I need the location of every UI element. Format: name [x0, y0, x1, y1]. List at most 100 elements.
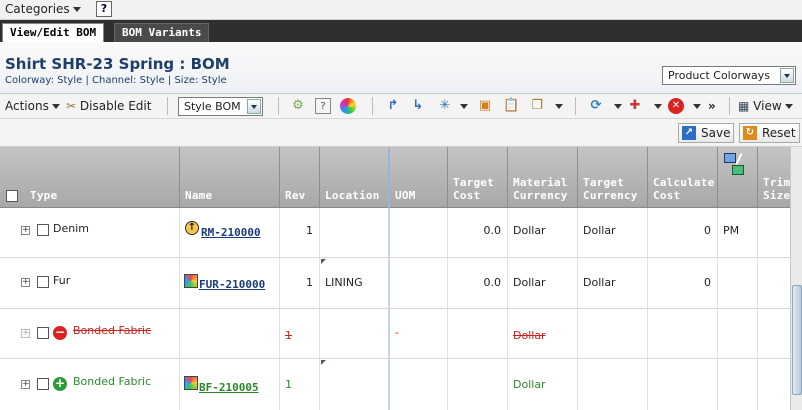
style-bom-select[interactable]: Style BOM: [178, 97, 263, 116]
column-header-type[interactable]: Type: [0, 147, 180, 208]
title-bar: Shirt SHR-23 Spring : BOM Colorway: Styl…: [0, 42, 802, 94]
view-label: View: [753, 99, 782, 113]
row-checkbox[interactable]: [37, 224, 49, 236]
trim-size-cell[interactable]: [758, 208, 790, 257]
disable-edit-button[interactable]: ✂ Disable Edit: [66, 99, 151, 113]
actions-menu[interactable]: Actions: [5, 99, 60, 113]
reset-button[interactable]: ↻ Reset: [739, 123, 800, 143]
column-label-material-currency: Material Currency: [513, 176, 568, 202]
uom-value: -: [395, 326, 399, 339]
type-cell: + Denim: [0, 208, 180, 257]
tab-bom-variants[interactable]: BOM Variants: [114, 23, 210, 42]
uom-cell[interactable]: [390, 258, 448, 308]
expand-icon[interactable]: +: [21, 329, 30, 338]
help-button[interactable]: ?: [96, 1, 112, 17]
colorway-select[interactable]: Product Colorways: [662, 66, 796, 85]
column-header-calculate-cost[interactable]: Calculate Cost: [648, 147, 718, 208]
column-header-material-currency[interactable]: Material Currency: [508, 147, 578, 208]
column-label-calculate-cost: Calculate Cost: [653, 176, 715, 202]
view-menu[interactable]: ▦ View: [738, 99, 793, 113]
chevron-down-icon[interactable]: [614, 104, 622, 109]
column-header-rev[interactable]: Rev: [280, 147, 320, 208]
target-currency-cell[interactable]: Dollar: [578, 258, 648, 308]
edited-flag-icon: [321, 360, 326, 365]
type-cell: + − Bonded Fabric: [0, 309, 180, 358]
where-used-icon[interactable]: ?: [315, 98, 331, 114]
table-row[interactable]: + Fur FUR-210000 1 LINING 0.0 Dollar Dol…: [0, 258, 790, 309]
refresh-icon[interactable]: ⟳: [588, 98, 604, 114]
uom-cell[interactable]: -: [390, 309, 448, 358]
outdent-icon[interactable]: ↳: [410, 98, 426, 114]
target-cost-cell[interactable]: 0.0: [448, 258, 508, 308]
save-button[interactable]: ↗ Save: [678, 123, 734, 143]
categories-label: Categories: [5, 2, 70, 16]
trim-size-cell[interactable]: [758, 309, 790, 358]
target-cost-cell[interactable]: [448, 309, 508, 358]
toolbar-divider: [575, 97, 576, 115]
calculate-cost-value: 0: [704, 224, 711, 237]
expand-icon[interactable]: +: [21, 226, 30, 235]
insert-row-icon[interactable]: ✚: [627, 98, 643, 114]
location-cell[interactable]: [320, 208, 390, 257]
target-cost-cell[interactable]: 0.0: [448, 208, 508, 257]
copy-icon[interactable]: ▣: [477, 98, 493, 114]
name-link[interactable]: FUR-210000: [199, 278, 265, 291]
name-cell: ↑ RM-210000: [180, 208, 280, 257]
target-currency-cell[interactable]: [578, 309, 648, 358]
paste-icon[interactable]: 📋: [503, 98, 519, 114]
vertical-scrollbar[interactable]: [790, 147, 802, 410]
chevron-down-icon[interactable]: [654, 104, 662, 109]
material-currency-value: Dollar: [513, 329, 546, 342]
paste-special-icon[interactable]: ❐: [529, 98, 545, 114]
row-checkbox[interactable]: [37, 276, 49, 288]
tab-view-edit-bom[interactable]: View/Edit BOM: [2, 23, 105, 42]
chevron-down-icon[interactable]: [247, 99, 261, 114]
table-row[interactable]: + Denim ↑ RM-210000 1 0.0 Dollar Dollar …: [0, 208, 790, 258]
indent-icon[interactable]: ↱: [385, 98, 401, 114]
table-row-removed[interactable]: + − Bonded Fabric 1 - Dollar: [0, 309, 790, 359]
column-header-name[interactable]: Name: [180, 147, 280, 208]
chevron-down-icon[interactable]: [460, 104, 468, 109]
more-tools-button[interactable]: »: [708, 99, 716, 113]
row-checkbox[interactable]: [37, 327, 49, 339]
search-material-icon[interactable]: ⚙: [290, 98, 306, 114]
color-wheel-icon[interactable]: [340, 98, 356, 114]
save-icon: ↗: [682, 126, 696, 140]
asterisk-icon[interactable]: ✳: [437, 98, 453, 114]
rev-value: 1: [306, 224, 313, 237]
column-header-trim-size[interactable]: Trim Size: [758, 147, 790, 208]
save-label: Save: [701, 126, 731, 140]
trim-size-cell[interactable]: [758, 258, 790, 308]
chevron-down-icon[interactable]: [693, 104, 701, 109]
trim-size-cell[interactable]: [758, 359, 790, 410]
tab-bar: View/Edit BOM BOM Variants: [0, 20, 802, 42]
column-header-target-currency[interactable]: Target Currency: [578, 147, 648, 208]
target-currency-cell[interactable]: [578, 359, 648, 410]
name-link[interactable]: RM-210000: [201, 226, 261, 239]
chevron-down-icon[interactable]: [780, 68, 794, 83]
name-link[interactable]: BF-210005: [199, 381, 259, 394]
location-cell[interactable]: LINING: [320, 258, 390, 308]
uom-cell[interactable]: [390, 208, 448, 257]
column-header-uom[interactable]: UOM: [390, 147, 448, 208]
column-header-target-cost[interactable]: Target Cost: [448, 147, 508, 208]
select-all-checkbox[interactable]: [6, 190, 18, 202]
expand-icon[interactable]: +: [21, 278, 30, 287]
scrollbar-thumb[interactable]: [792, 285, 802, 395]
column-header-location[interactable]: Location: [320, 147, 390, 208]
uom-cell[interactable]: [390, 359, 448, 410]
expand-icon[interactable]: +: [21, 380, 30, 389]
row-checkbox[interactable]: [37, 378, 49, 390]
location-cell[interactable]: [320, 359, 390, 410]
column-header-pm[interactable]: [718, 147, 758, 208]
chevron-down-icon[interactable]: [555, 104, 563, 109]
delete-icon[interactable]: ✕: [668, 98, 684, 114]
categories-menu[interactable]: Categories: [5, 2, 81, 16]
material-currency-cell: Dollar: [508, 258, 578, 308]
material-currency-cell: Dollar: [508, 208, 578, 257]
material-currency-value: Dollar: [513, 276, 546, 289]
target-cost-cell[interactable]: [448, 359, 508, 410]
location-cell[interactable]: [320, 309, 390, 358]
target-currency-cell[interactable]: Dollar: [578, 208, 648, 257]
table-row-added[interactable]: + + Bonded Fabric BF-210005 1 Dollar: [0, 359, 790, 410]
